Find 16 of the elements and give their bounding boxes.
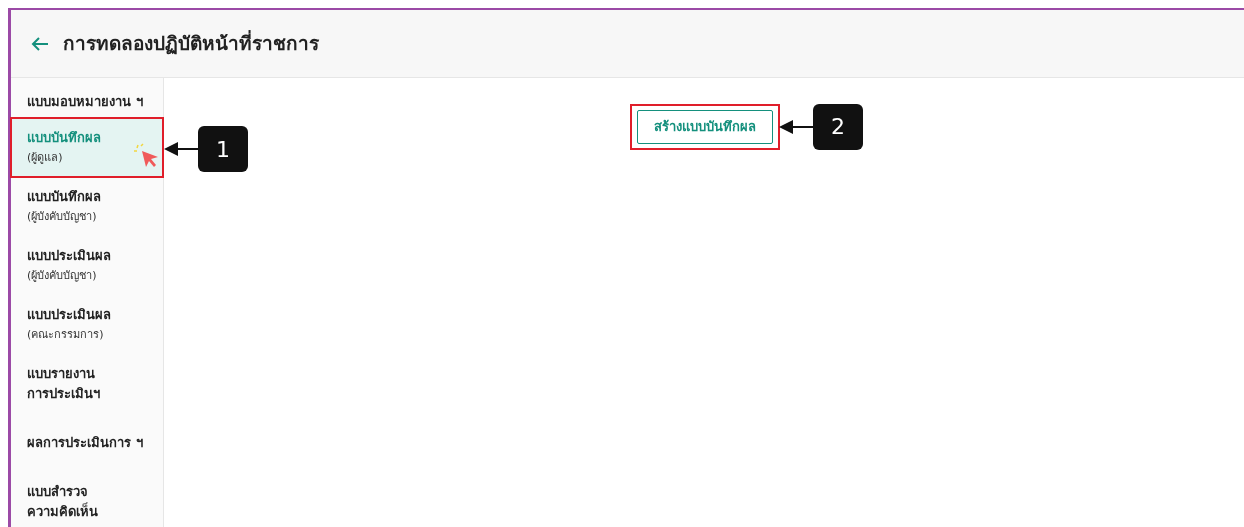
sidebar-item[interactable]: แบบสำรวจ ความคิดเห็น (11, 472, 163, 527)
back-arrow-icon[interactable] (31, 35, 49, 52)
sidebar-item[interactable]: แบบรายงาน การประเมินฯ (11, 354, 163, 413)
create-button[interactable]: สร้างแบบบันทึกผล (637, 110, 773, 144)
sidebar-item[interactable]: แบบประเมินผล (ผู้บังคับบัญชา) (11, 236, 163, 295)
sidebar-item[interactable]: ผลการประเมินการ ฯ (11, 413, 163, 472)
callout-arrow (779, 118, 813, 135)
callout-arrow (164, 141, 198, 157)
sidebar-item[interactable]: แบบบันทึกผล (ผู้ดูแล) (11, 118, 163, 177)
cursor-click-icon (134, 143, 160, 169)
page-title: การทดลองปฏิบัติหน้าที่ราชการ (63, 29, 319, 57)
sidebar-item[interactable]: แบบบันทึกผล (ผู้บังคับบัญชา) (11, 177, 163, 236)
step-number-badge: 1 (198, 126, 248, 172)
sidebar-item[interactable]: แบบประเมินผล (คณะกรรมการ) (11, 295, 163, 354)
sidebar-item[interactable]: แบบมอบหมายงาน ฯ (11, 86, 163, 118)
step-number-badge: 2 (813, 103, 863, 150)
